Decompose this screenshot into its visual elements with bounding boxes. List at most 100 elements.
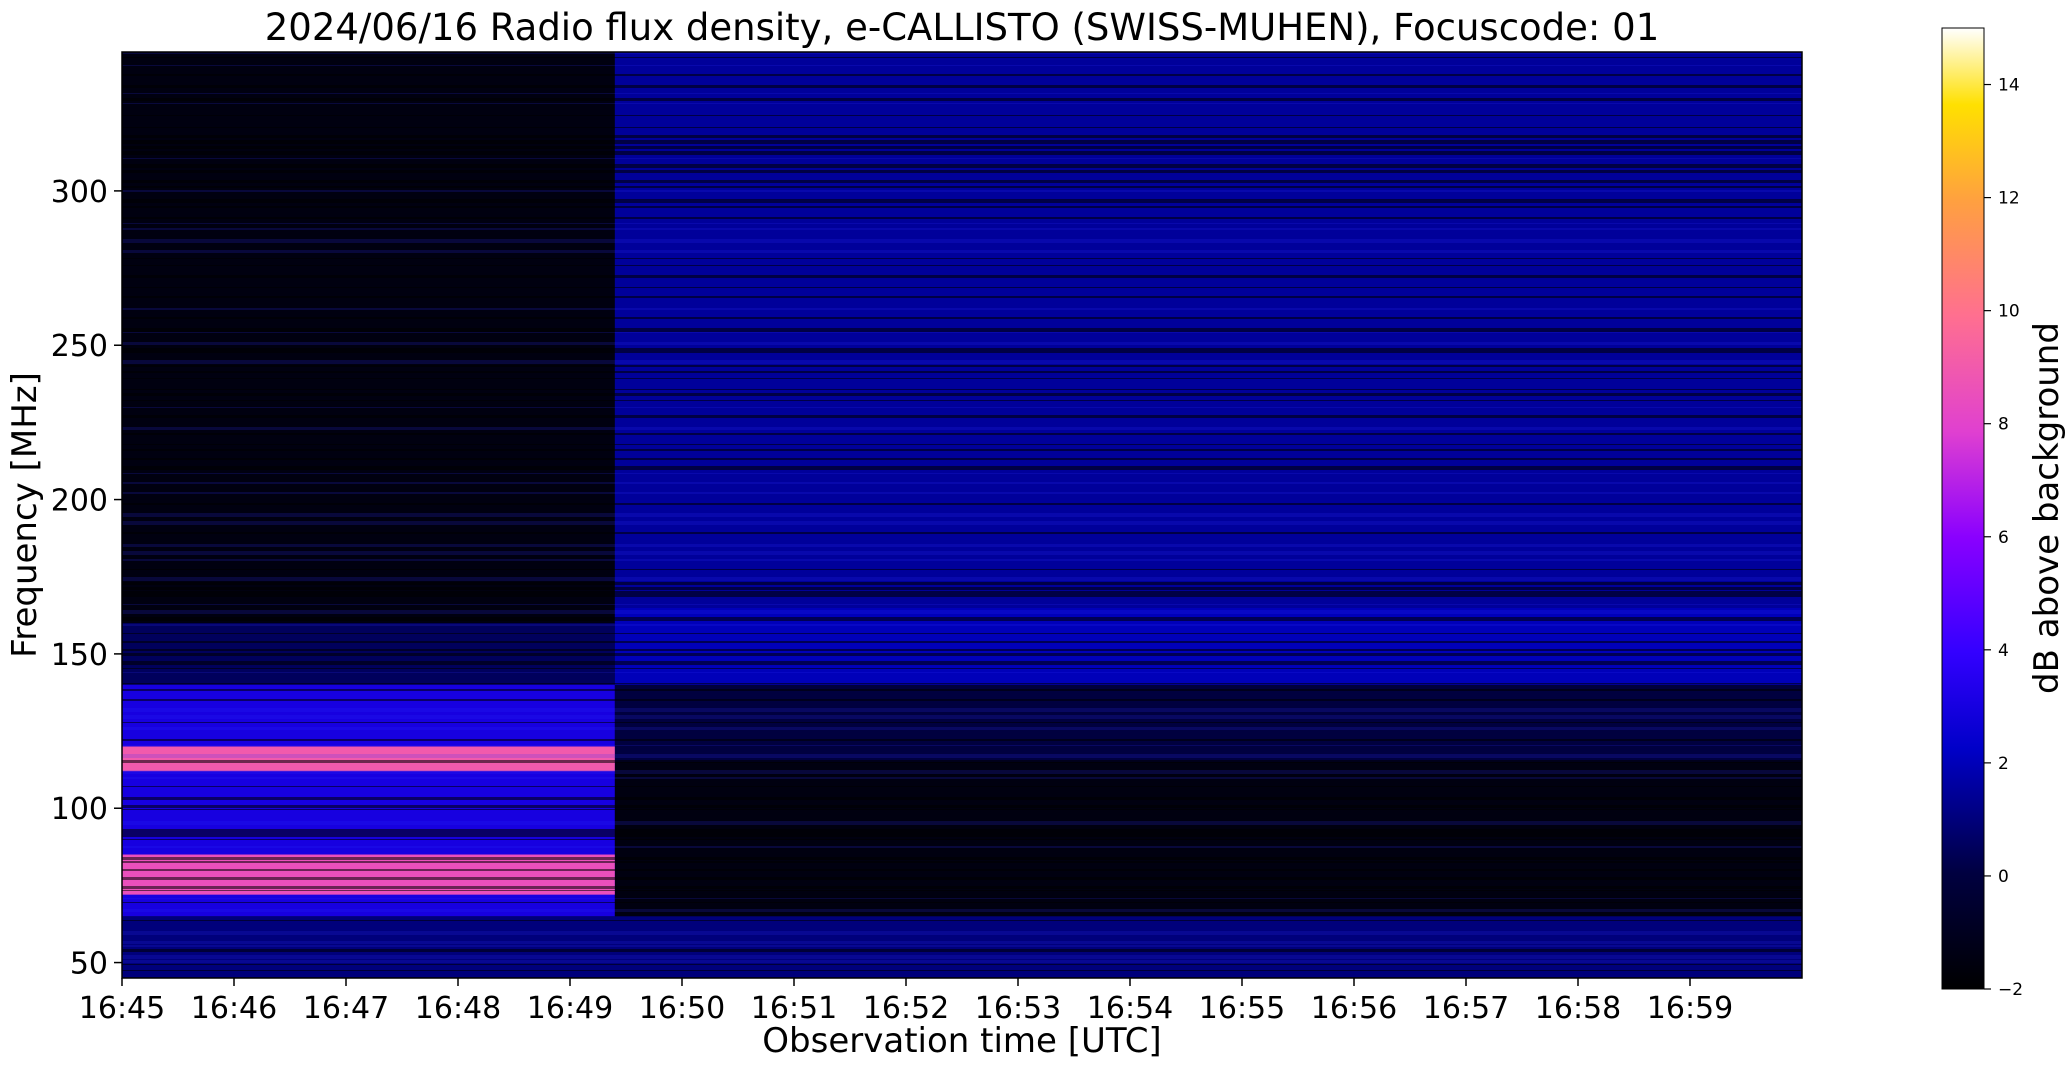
stripe (122, 672, 1802, 673)
stripe (122, 587, 1802, 590)
x-tick-label: 16:48 (415, 991, 501, 1026)
colorbar-tick-label: 12 (1998, 189, 2020, 209)
stripe (122, 941, 1802, 944)
stripe (122, 217, 1802, 219)
colorbar-tick-label: −2 (1998, 980, 2023, 1000)
stripe (122, 886, 1802, 889)
stripe (122, 898, 1802, 899)
stripe (122, 389, 1802, 390)
stripe (122, 296, 1802, 298)
stripe (122, 57, 1802, 58)
stripe (122, 960, 1802, 963)
stripe (122, 683, 1802, 684)
stripe (122, 890, 1802, 891)
stripe (122, 180, 1802, 183)
plot-area (121, 51, 1803, 979)
stripe (122, 521, 1802, 525)
x-tick-label: 16:49 (527, 991, 613, 1026)
stripe (122, 610, 1802, 614)
stripe (122, 466, 1802, 470)
stripe (122, 151, 1802, 155)
stripe (122, 348, 1802, 352)
stripe (122, 633, 1802, 634)
stripe (122, 770, 1802, 774)
stripe (122, 777, 1802, 779)
colorbar-tick-label: 2 (1998, 754, 2009, 774)
stripe (122, 378, 1802, 379)
stripe (122, 513, 1802, 517)
stripe (122, 199, 1802, 203)
stripe (122, 582, 1802, 585)
stripe (122, 689, 1802, 691)
stripe (122, 821, 1802, 825)
stripe (122, 287, 1802, 288)
stripe (122, 760, 1802, 763)
x-axis-label: Observation time [UTC] (762, 1021, 1161, 1061)
stripe (122, 146, 1802, 149)
x-tick-label: 16:45 (79, 991, 165, 1026)
stripe (122, 699, 1802, 701)
stripe (122, 228, 1802, 230)
x-tick-label: 16:58 (1535, 991, 1621, 1026)
stripe (122, 551, 1802, 555)
stripe (122, 140, 1802, 144)
colorbar-tick-label: 4 (1998, 641, 2009, 661)
stripe (122, 715, 1802, 719)
stripe (122, 85, 1802, 88)
stripe (122, 869, 1802, 871)
heatmap-region-2 (614, 684, 1802, 762)
x-tick-label: 16:47 (303, 991, 389, 1026)
stripe (122, 473, 1802, 474)
stripe (122, 877, 1802, 880)
stripe (122, 559, 1802, 561)
x-tick-label: 16:50 (639, 991, 725, 1026)
stripe (122, 503, 1802, 505)
stripe (122, 569, 1802, 570)
stripe (122, 544, 1802, 547)
stripe (122, 103, 1802, 104)
stripe (122, 861, 1802, 863)
stripe (122, 857, 1802, 860)
stripe (122, 492, 1802, 494)
x-tick-label: 16:46 (191, 991, 277, 1026)
stripe (122, 641, 1802, 643)
stripe (122, 98, 1802, 101)
stripe (122, 661, 1802, 665)
stripe (122, 127, 1802, 128)
colorbar-ticks: −2 0 2 4 6 8 10 12 14 (1984, 76, 2023, 1000)
colorbar-bar (1941, 27, 1985, 990)
stripe (122, 393, 1802, 396)
stripe (122, 186, 1802, 188)
stripe (122, 649, 1802, 651)
stripe (122, 433, 1802, 435)
stripe (122, 407, 1802, 408)
x-tick-label: 16:56 (1311, 991, 1397, 1026)
stripe (122, 352, 1802, 353)
stripe (122, 829, 1802, 833)
stripe (122, 595, 1802, 597)
stripe (122, 955, 1802, 959)
stripe (122, 833, 1802, 837)
colorbar: −2 0 2 4 6 8 10 12 14 dB above background (1941, 27, 2066, 1000)
stripe (122, 308, 1802, 310)
stripe (122, 786, 1802, 787)
stripe (122, 317, 1802, 319)
stripe (122, 458, 1802, 460)
stripe (122, 206, 1802, 208)
x-tick-label: 16:59 (1647, 991, 1733, 1026)
stripe (122, 739, 1802, 741)
stripe (122, 970, 1802, 971)
stripe (122, 708, 1802, 712)
stripe (122, 797, 1802, 800)
x-tick-label: 16:55 (1199, 991, 1285, 1026)
stripe (122, 902, 1802, 903)
stripe (122, 931, 1802, 935)
stripe (122, 365, 1802, 367)
stripe (122, 727, 1802, 730)
y-axis: 50 100 150 200 250 300 (51, 175, 122, 982)
stripe (122, 328, 1802, 332)
stripe (122, 360, 1802, 364)
stripe (122, 342, 1802, 345)
stripe (122, 265, 1802, 266)
stripe (122, 945, 1802, 947)
